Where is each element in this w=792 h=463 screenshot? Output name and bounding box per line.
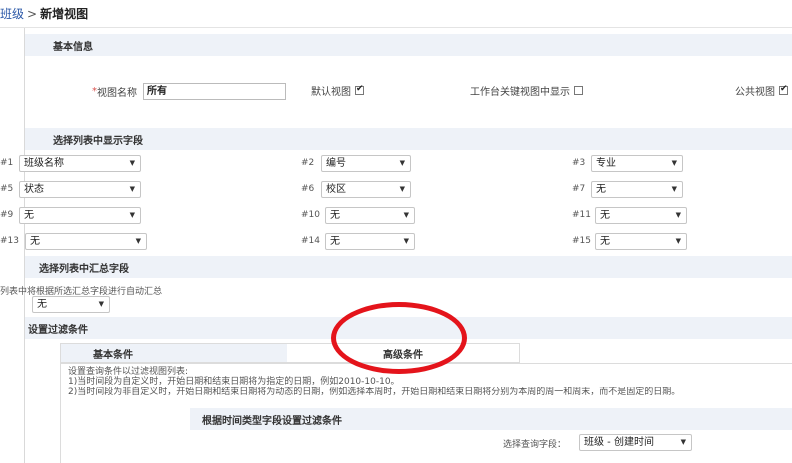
- tab-basic-conditions[interactable]: 基本条件: [61, 344, 287, 362]
- breadcrumb-separator: >: [27, 6, 38, 21]
- workbench-label: 工作台关键视图中显示: [470, 87, 570, 98]
- default-view-checkbox[interactable]: [355, 84, 364, 95]
- breadcrumb-parent-link[interactable]: 班级: [0, 5, 24, 22]
- field-select-value: 无: [596, 184, 606, 195]
- query-field-value: 班级 - 创建时间: [584, 437, 654, 448]
- field-number: #6: [301, 184, 315, 194]
- section-summary-fields-title: 选择列表中汇总字段: [39, 263, 129, 275]
- field-select-value: 无: [24, 210, 34, 221]
- page-title: 新增视图: [40, 7, 89, 21]
- filter-desc-title: 设置查询条件以过滤视图列表:: [68, 367, 189, 377]
- field-number: #13: [0, 236, 19, 246]
- section-display-fields: 选择列表中显示字段: [25, 128, 792, 150]
- section-display-fields-title: 选择列表中显示字段: [53, 135, 143, 147]
- field-select-6[interactable]: 校区 ▼: [321, 181, 411, 198]
- summary-field-select[interactable]: 无 ▼: [32, 296, 110, 313]
- section-summary-fields: 选择列表中汇总字段: [25, 256, 792, 278]
- chevron-down-icon: ▼: [399, 159, 405, 167]
- section-basic-info-title: 基本信息: [53, 41, 93, 53]
- field-select-10[interactable]: 无 ▼: [325, 207, 415, 224]
- field-select-2[interactable]: 编号 ▼: [321, 155, 411, 172]
- query-field-label: 选择查询字段：: [503, 440, 567, 450]
- chevron-down-icon: ▼: [671, 159, 677, 167]
- chevron-down-icon: ▼: [675, 211, 681, 219]
- field-select-value: 编号: [326, 158, 346, 169]
- chevron-down-icon: ▼: [403, 211, 409, 219]
- chevron-down-icon: ▼: [675, 237, 681, 245]
- field-number: #15: [572, 236, 591, 246]
- highlight-ellipse: [331, 302, 467, 374]
- chevron-down-icon: ▼: [671, 185, 677, 193]
- field-select-value: 专业: [596, 158, 616, 169]
- filter-desc-line-1: 1)当时间段为自定义时，开始日期和结束日期将为指定的日期，例如2010-10-1…: [68, 377, 400, 387]
- public-view-label: 公共视图: [735, 87, 775, 98]
- view-name-input[interactable]: 所有: [143, 83, 286, 100]
- chevron-down-icon: ▼: [129, 185, 135, 193]
- field-number: #2: [301, 158, 315, 168]
- field-number: #5: [0, 184, 14, 194]
- field-select-value: 无: [330, 210, 340, 221]
- section-basic-info: 基本信息: [25, 34, 792, 56]
- chevron-down-icon: ▼: [680, 438, 686, 446]
- time-filter-section: 根据时间类型字段设置过滤条件: [190, 408, 792, 430]
- field-number: #10: [301, 210, 320, 220]
- field-select-5[interactable]: 状态 ▼: [19, 181, 141, 198]
- workbench-option: 工作台关键视图中显示: [470, 83, 583, 98]
- chevron-down-icon: ▼: [135, 237, 141, 245]
- time-filter-title: 根据时间类型字段设置过滤条件: [202, 415, 342, 427]
- field-select-15[interactable]: 无 ▼: [595, 233, 687, 250]
- field-select-9[interactable]: 无 ▼: [19, 207, 141, 224]
- workbench-checkbox[interactable]: [574, 86, 583, 95]
- field-number: #14: [301, 236, 320, 246]
- field-select-value: 无: [600, 236, 610, 247]
- chevron-down-icon: ▼: [98, 300, 104, 308]
- field-select-14[interactable]: 无 ▼: [325, 233, 415, 250]
- view-name-row: * 视图名称 所有: [92, 83, 286, 100]
- chevron-down-icon: ▼: [129, 159, 135, 167]
- field-number: #9: [0, 210, 14, 220]
- field-number: #11: [572, 210, 591, 220]
- view-name-label: 视图名称: [97, 88, 137, 99]
- field-select-value: 班级名称: [24, 158, 64, 169]
- summary-select-value: 无: [37, 299, 47, 310]
- field-select-value: 校区: [326, 184, 346, 195]
- field-select-value: 无: [330, 236, 340, 247]
- field-select-7[interactable]: 无 ▼: [591, 181, 683, 198]
- field-select-11[interactable]: 无 ▼: [595, 207, 687, 224]
- public-view-option: 公共视图: [735, 83, 788, 98]
- field-select-value: 无: [600, 210, 610, 221]
- section-filter-title: 设置过滤条件: [28, 324, 88, 336]
- field-select-1[interactable]: 班级名称 ▼: [19, 155, 141, 172]
- field-select-3[interactable]: 专业 ▼: [591, 155, 683, 172]
- field-select-13[interactable]: 无 ▼: [25, 233, 147, 250]
- chevron-down-icon: ▼: [403, 237, 409, 245]
- field-number: #7: [572, 184, 586, 194]
- filter-desc-line-2: 2)当时间段为非自定义时，开始日期和结束日期将为动态的日期，例如选择本周时，开始…: [68, 387, 681, 397]
- chevron-down-icon: ▼: [399, 185, 405, 193]
- field-select-value: 状态: [24, 184, 44, 195]
- breadcrumb: 班级 > 新增视图: [0, 0, 792, 28]
- field-number: #3: [572, 158, 586, 168]
- default-view-label: 默认视图: [311, 87, 351, 98]
- field-number: #1: [0, 158, 14, 168]
- public-view-checkbox[interactable]: [779, 84, 788, 95]
- default-view-option: 默认视图: [311, 83, 364, 98]
- field-select-value: 无: [30, 236, 40, 247]
- chevron-down-icon: ▼: [129, 211, 135, 219]
- query-field-select[interactable]: 班级 - 创建时间 ▼: [579, 434, 692, 451]
